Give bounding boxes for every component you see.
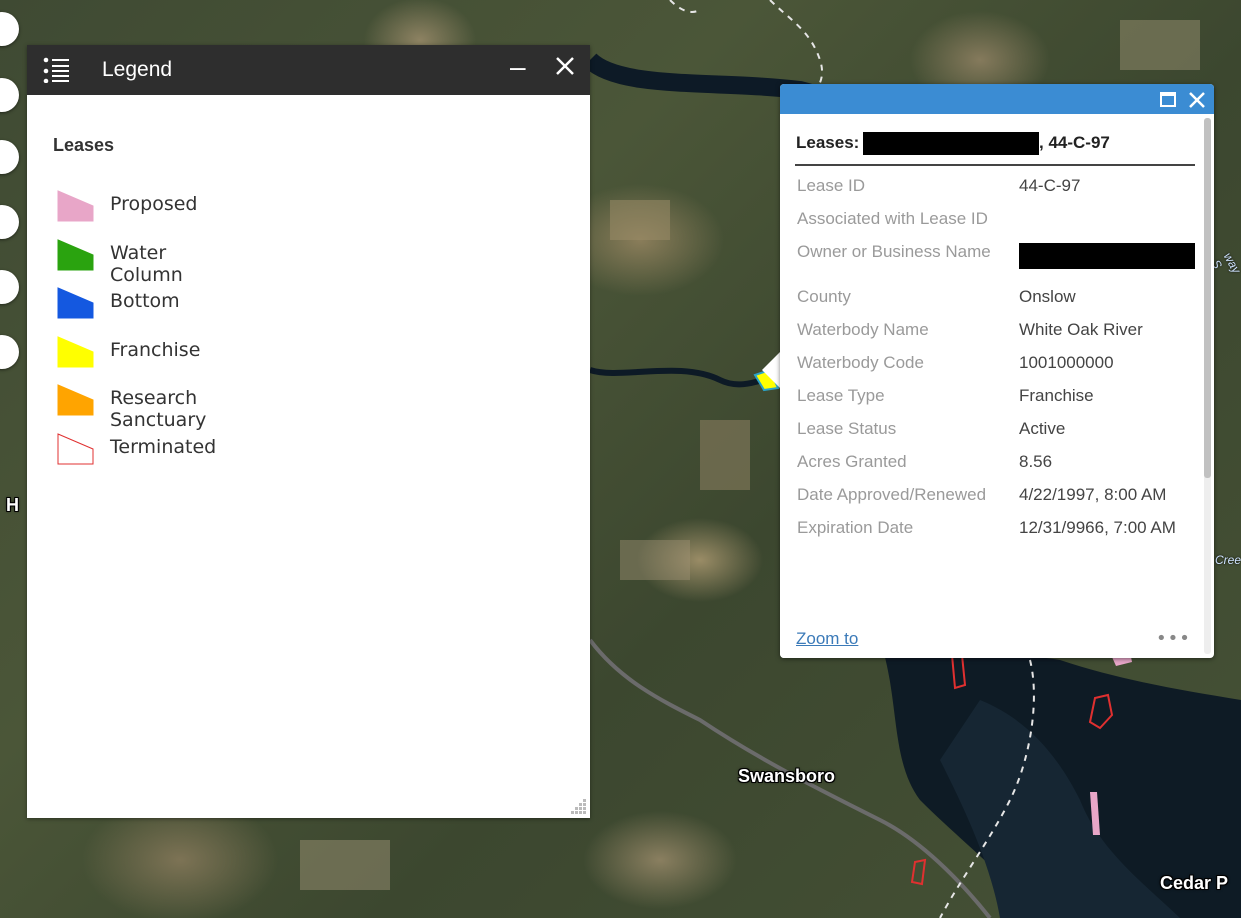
town-label-swansboro: Swansboro [738, 766, 836, 786]
attribute-key: Lease Status [797, 419, 897, 438]
attribute-key: Acres Granted [797, 452, 907, 471]
town-label-cedar-point: Cedar P [1160, 873, 1229, 893]
attribute-value: White Oak River [1019, 320, 1143, 339]
attribute-key: County [797, 287, 851, 306]
attribute-row: County Onslow [797, 286, 1195, 319]
legend-item-label: Research Sanctuary [110, 387, 207, 431]
attribute-value: 12/31/9966, 7:00 AM [1019, 518, 1176, 537]
attribute-key: Waterbody Code [797, 353, 924, 372]
legend-item-label: Bottom [110, 290, 180, 312]
attribute-key: Owner or Business Name [797, 242, 991, 261]
attribute-key: Lease ID [797, 176, 866, 195]
attribute-value: 4/22/1997, 8:00 AM [1019, 485, 1167, 504]
more-options-icon[interactable]: ••• [1156, 628, 1191, 649]
attribute-key: Date Approved/Renewed [797, 485, 987, 504]
attribute-row: Associated with Lease ID [797, 208, 1195, 241]
legend-item-label: Proposed [110, 193, 198, 215]
list-icon [43, 57, 69, 83]
popup-scrollbar[interactable] [1204, 118, 1211, 654]
legend-titlebar[interactable]: Legend – [27, 45, 590, 95]
attribute-table: Lease ID 44-C-97 Associated with Lease ID O… [797, 175, 1195, 550]
legend-swatch-icon [57, 238, 94, 270]
close-icon[interactable] [1187, 90, 1207, 110]
legend-swatch-icon [57, 287, 94, 319]
attribute-value: 1001000000 [1019, 353, 1114, 372]
close-icon[interactable] [554, 55, 576, 77]
attribute-key: Lease Type [797, 386, 885, 405]
attribute-value [1019, 208, 1195, 241]
scrollbar-thumb[interactable] [1204, 118, 1211, 478]
popup-title-prefix: Leases: [796, 133, 860, 152]
attribute-value: 8.56 [1019, 452, 1053, 471]
attribute-value: 44-C-97 [1019, 176, 1081, 195]
minimize-button[interactable]: – [510, 51, 526, 83]
redacted-block [1019, 243, 1195, 269]
attribute-row: Date Approved/Renewed 4/22/1997, 8:00 AM [797, 484, 1195, 517]
legend-swatch-icon [57, 190, 94, 222]
attribute-row: Owner or Business Name [797, 241, 1195, 286]
attribute-row: Lease ID 44-C-97 [797, 175, 1195, 208]
legend-layer-title: Leases [53, 135, 115, 155]
legend-swatch-icon [57, 335, 94, 367]
popup-title-suffix: , 44-C-97 [1039, 133, 1110, 152]
map-label-left-edge: H [6, 495, 19, 515]
legend-item-label: Terminated [110, 435, 217, 458]
attribute-key: Associated with Lease ID [797, 209, 988, 228]
attribute-value [1019, 241, 1195, 286]
popup-title: Leases: , 44-C-97 [795, 132, 1195, 166]
attribute-key: Expiration Date [797, 518, 914, 537]
legend-swatch-icon [57, 432, 94, 464]
attribute-row: Waterbody Code 1001000000 [797, 352, 1195, 385]
attribute-row: Lease Type Franchise [797, 385, 1195, 418]
attribute-row: Lease Status Active [797, 418, 1195, 451]
attribute-row: Acres Granted 8.56 [797, 451, 1195, 484]
attribute-key: Waterbody Name [797, 320, 929, 339]
popup-content[interactable]: Lease ID 44-C-97 Associated with Lease ID O… [780, 168, 1214, 658]
legend-swatch-icon [57, 384, 94, 416]
attribute-value: Active [1019, 419, 1066, 438]
feature-popup: Leases: , 44-C-97 Lease ID 44-C-97 Associa… [780, 84, 1214, 658]
legend-item-label: Water Column [110, 241, 183, 286]
popup-header-bar [780, 84, 1214, 114]
map-label-creek: Cree [1215, 553, 1241, 567]
attribute-value: Franchise [1019, 386, 1094, 405]
maximize-icon[interactable] [1160, 92, 1176, 107]
zoom-to-link[interactable]: Zoom to [796, 629, 858, 649]
attribute-row: Expiration Date 12/31/9966, 7:00 AM [797, 517, 1195, 550]
redacted-block [863, 132, 1039, 155]
legend-title: Legend [102, 58, 173, 81]
resize-grip-icon[interactable] [571, 799, 587, 815]
attribute-value: Onslow [1019, 287, 1076, 306]
legend-panel: Legend – Leases Proposed Water Column Bott… [27, 45, 590, 818]
popup-footer: Zoom to ••• [780, 622, 1198, 658]
popup-pointer [762, 352, 780, 388]
attribute-row: Waterbody Name White Oak River [797, 319, 1195, 352]
legend-item-label: Franchise [110, 338, 201, 361]
